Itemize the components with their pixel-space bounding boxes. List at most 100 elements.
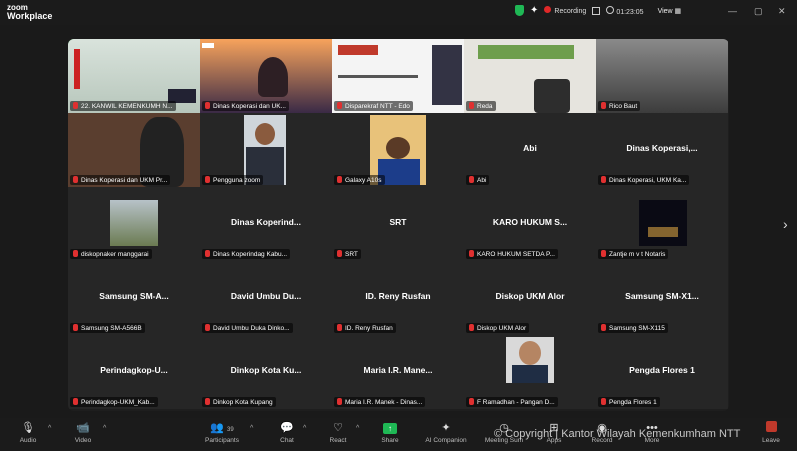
grid-icon[interactable]	[592, 6, 601, 15]
ai-companion-button[interactable]: ✦ AI Companion	[424, 421, 468, 444]
mic-muted-icon	[73, 250, 78, 257]
participant-tile[interactable]: Pengguna zoom	[200, 113, 332, 187]
participant-tile[interactable]: Dinas Koperasi,... Dinas Koperasi, UKM Ka…	[596, 113, 728, 187]
mic-muted-icon	[205, 176, 210, 183]
react-label: React	[329, 437, 347, 444]
participant-video	[110, 200, 158, 246]
participant-display-name: Dinkop Kota Ku...	[230, 365, 302, 375]
mic-muted-icon	[73, 102, 78, 109]
shield-icon[interactable]	[515, 5, 524, 16]
participant-name-label: Dinkop Kota Kupang	[202, 397, 276, 407]
mic-muted-icon	[601, 176, 606, 183]
video-button[interactable]: 📹 Video	[61, 421, 105, 444]
participant-display-name: Dinas Koperasi,...	[626, 143, 698, 153]
participant-name-label: Dinas Koperasi, UKM Ka...	[598, 175, 690, 185]
participant-tile[interactable]: Dinkop Kota Ku... Dinkop Kota Kupang	[200, 335, 332, 409]
share-icon: ↑	[383, 423, 397, 434]
participant-name-label: Dinas Koperasi dan UK...	[202, 101, 289, 111]
participant-display-name: Samsung SM-A...	[99, 291, 169, 301]
camera-icon: 📹	[76, 422, 90, 434]
participant-tile[interactable]: Abi Abi	[464, 113, 596, 187]
participant-tile[interactable]: Samsung SM-X1... Samsung SM-X115	[596, 261, 728, 335]
participant-tile[interactable]: ID. Reny Rusfan ID. Reny Rusfan	[332, 261, 464, 335]
participant-video	[432, 45, 462, 105]
timer-value: 01:23:05	[616, 8, 644, 16]
participant-video	[512, 365, 548, 383]
participant-name-label: Dinas Koperasi dan UKM Pr...	[70, 175, 171, 185]
leave-button[interactable]: Leave	[749, 421, 793, 444]
participant-tile[interactable]: 22. KANWIL KEMENKUMH N...	[68, 39, 200, 113]
participant-video	[519, 341, 541, 365]
participant-tile[interactable]: Samsung SM-A... Samsung SM-A566B	[68, 261, 200, 335]
participant-name-label: Zantje m v t Notaris	[598, 249, 669, 259]
leave-icon	[765, 421, 777, 432]
participants-button[interactable]: 👥 39 Participants	[200, 421, 244, 444]
participant-video	[478, 45, 574, 59]
participant-tile[interactable]: KARO HUKUM S... KARO HUKUM SETDA P...	[464, 187, 596, 261]
participant-name-label: David Umbu Duka Dinko...	[202, 323, 293, 333]
view-label: View	[657, 7, 673, 15]
heart-icon: ♡	[333, 422, 343, 434]
participant-tile[interactable]: Dinas Koperasi dan UKM Pr...	[68, 113, 200, 187]
participant-tile[interactable]: Zantje m v t Notaris	[596, 187, 728, 261]
mic-muted-icon	[337, 324, 342, 331]
participant-tile[interactable]: F Ramadhan - Pangan D...	[464, 335, 596, 409]
participant-name-label: Perindagkop-UKM_Kab...	[70, 397, 158, 407]
react-caret-icon[interactable]: ^	[356, 425, 359, 432]
participant-tile[interactable]: Maria I.R. Mane... Maria I.R. Manek - Din…	[332, 335, 464, 409]
chat-label: Chat	[280, 437, 294, 444]
audio-label: Audio	[19, 437, 37, 444]
view-button[interactable]: View ▦	[658, 7, 682, 15]
participant-video	[258, 57, 288, 97]
ai-label: AI Companion	[425, 437, 467, 444]
participant-tile[interactable]: Galaxy A10s	[332, 113, 464, 187]
participant-display-name: Perindagkop-U...	[100, 365, 168, 375]
audio-caret-icon[interactable]: ^	[48, 425, 51, 432]
participant-tile[interactable]: Dinas Koperind... Dinas Koperindag Kabu..…	[200, 187, 332, 261]
participant-display-name: KARO HUKUM S...	[492, 217, 568, 227]
participants-caret-icon[interactable]: ^	[250, 425, 253, 432]
mic-muted-icon	[601, 250, 606, 257]
mic-muted-icon	[469, 102, 474, 109]
microphone-icon: 🎙	[21, 422, 35, 434]
participant-tile[interactable]: Dinas Koperasi dan UK...	[200, 39, 332, 113]
participant-tile[interactable]: Disparekraf NTT - Edo	[332, 39, 464, 113]
participant-name-label: Diskop UKM Alor	[466, 323, 530, 333]
spark-icon[interactable]: ✦	[530, 5, 538, 16]
share-button[interactable]: ↑ Share	[368, 421, 412, 444]
minimize-icon[interactable]: —	[728, 6, 737, 16]
participant-video	[74, 49, 80, 89]
participant-name-label: Reda	[466, 101, 496, 111]
chat-caret-icon[interactable]: ^	[303, 425, 306, 432]
share-label: Share	[381, 437, 399, 444]
leave-label: Leave	[762, 437, 780, 444]
participant-display-name: SRT	[389, 217, 407, 227]
mic-muted-icon	[73, 398, 78, 405]
next-page-icon[interactable]: ›	[783, 216, 788, 232]
mic-muted-icon	[205, 250, 210, 257]
participant-tile[interactable]: Perindagkop-U... Perindagkop-UKM_Kab...	[68, 335, 200, 409]
close-icon[interactable]: ✕	[778, 6, 786, 17]
video-gallery: 22. KANWIL KEMENKUMH N... Dinas Koperasi …	[68, 39, 729, 411]
participant-tile[interactable]: David Umbu Du... David Umbu Duka Dinko...	[200, 261, 332, 335]
participant-tile[interactable]: Rico Baut	[596, 39, 728, 113]
timer: 01:23:05	[606, 5, 644, 16]
participant-name-label: 22. KANWIL KEMENKUMH N...	[70, 101, 176, 111]
participant-name-label: Dinas Koperindag Kabu...	[202, 249, 291, 259]
mic-muted-icon	[337, 250, 342, 257]
participant-video	[648, 227, 678, 237]
participant-tile[interactable]: SRT SRT	[332, 187, 464, 261]
audio-button[interactable]: 🎙 Audio	[6, 421, 50, 444]
participant-tile[interactable]: diskopnaker manggarai	[68, 187, 200, 261]
recording-indicator[interactable]: Recording	[544, 6, 586, 15]
react-button[interactable]: ♡ React	[316, 421, 360, 444]
maximize-icon[interactable]: ▢	[754, 6, 763, 17]
record-dot-icon	[544, 6, 552, 13]
mic-muted-icon	[205, 398, 210, 405]
participant-tile[interactable]: Reda	[464, 39, 596, 113]
participant-tile[interactable]: Diskop UKM Alor Diskop UKM Alor	[464, 261, 596, 335]
mic-muted-icon	[337, 102, 342, 109]
video-caret-icon[interactable]: ^	[103, 425, 106, 432]
participant-name-label: Abi	[466, 175, 490, 185]
participant-tile[interactable]: Pengda Flores 1 Pengda Flores 1	[596, 335, 728, 409]
